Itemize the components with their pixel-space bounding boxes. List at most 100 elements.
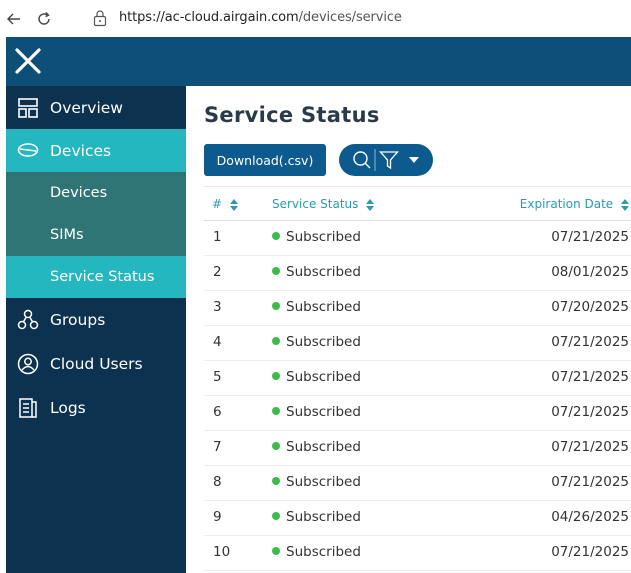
- row-number: 3: [213, 299, 222, 315]
- app-header: [6, 37, 631, 86]
- browser-toolbar: https://ac-cloud.airgain.com/devices/ser…: [0, 0, 631, 37]
- row-status: Subscribed: [272, 299, 361, 315]
- sidebar-subitem-label: Service Status: [50, 269, 155, 285]
- table-row[interactable]: 7 Subscribed 07/21/2025: [204, 431, 631, 466]
- refresh-icon: [38, 12, 50, 25]
- sidebar-subitem-service-status[interactable]: Service Status: [6, 256, 186, 298]
- sidebar-subitem-label: Devices: [50, 185, 108, 201]
- url-host: https://ac-cloud.airgain.com: [119, 10, 299, 25]
- download-csv-button[interactable]: Download(.csv): [204, 144, 326, 176]
- status-text: Subscribed: [286, 264, 361, 280]
- chevron-down-icon: [409, 157, 419, 163]
- sidebar-item-label: Overview: [50, 98, 123, 117]
- search-icon: [353, 151, 371, 169]
- search-filter-button[interactable]: [339, 144, 433, 176]
- column-header-service-status[interactable]: Service Status: [272, 197, 375, 211]
- table-row[interactable]: 1 Subscribed 07/21/2025: [204, 221, 631, 256]
- row-status: Subscribed: [272, 509, 361, 525]
- people-group-icon: [17, 309, 39, 330]
- column-header-label: #: [212, 197, 223, 211]
- sidebar-subitem-sims[interactable]: SIMs: [6, 214, 186, 256]
- status-dot-icon: [272, 302, 280, 310]
- row-expiration: 07/20/2025: [551, 299, 629, 315]
- sidebar-subitem-devices[interactable]: Devices: [6, 172, 186, 214]
- table-header: # Service Status Expiration Date: [204, 186, 631, 221]
- table-row[interactable]: 9 Subscribed 04/26/2025: [204, 501, 631, 536]
- status-text: Subscribed: [286, 544, 361, 560]
- status-dot-icon: [272, 337, 280, 345]
- status-text: Subscribed: [286, 404, 361, 420]
- back-button[interactable]: [2, 7, 26, 31]
- user-circle-icon: [17, 353, 39, 375]
- sort-icon: [366, 198, 375, 211]
- status-dot-icon: [272, 442, 280, 450]
- row-expiration: 04/26/2025: [551, 509, 629, 525]
- refresh-button[interactable]: [32, 7, 56, 31]
- sidebar-item-overview[interactable]: Overview: [6, 86, 186, 129]
- row-status: Subscribed: [272, 229, 361, 245]
- row-number: 6: [213, 404, 222, 420]
- layout-icon: [18, 97, 38, 118]
- status-text: Subscribed: [286, 369, 361, 385]
- table-row[interactable]: 8 Subscribed 07/21/2025: [204, 466, 631, 501]
- url-path: /devices/service: [298, 10, 402, 25]
- chat-bubble-icon: [17, 142, 39, 157]
- row-number: 5: [213, 369, 222, 385]
- filter-icon: [379, 151, 399, 170]
- column-header-label: Expiration Date: [519, 197, 614, 211]
- sidebar-subitem-label: SIMs: [50, 227, 84, 243]
- row-expiration: 08/01/2025: [551, 264, 629, 280]
- row-status: Subscribed: [272, 264, 361, 280]
- sidebar-item-label: Groups: [50, 311, 106, 329]
- sort-icon: [621, 198, 629, 211]
- row-status: Subscribed: [272, 369, 361, 385]
- status-text: Subscribed: [286, 474, 361, 490]
- row-expiration: 07/21/2025: [551, 229, 629, 245]
- table-row[interactable]: 6 Subscribed 07/21/2025: [204, 396, 631, 431]
- sidebar-item-label: Devices: [50, 141, 112, 160]
- table-row[interactable]: 5 Subscribed 07/21/2025: [204, 361, 631, 396]
- sidebar-item-label: Logs: [50, 399, 86, 417]
- table-row[interactable]: 2 Subscribed 08/01/2025: [204, 256, 631, 291]
- status-dot-icon: [272, 512, 280, 520]
- status-text: Subscribed: [286, 299, 361, 315]
- page-title: Service Status: [204, 103, 380, 127]
- row-expiration: 07/21/2025: [551, 439, 629, 455]
- status-text: Subscribed: [286, 509, 361, 525]
- row-number: 1: [213, 229, 222, 245]
- close-icon[interactable]: [13, 46, 43, 76]
- sidebar-item-groups[interactable]: Groups: [6, 298, 186, 342]
- status-dot-icon: [272, 547, 280, 555]
- status-text: Subscribed: [286, 229, 361, 245]
- status-text: Subscribed: [286, 439, 361, 455]
- lock-icon: [93, 10, 107, 27]
- column-header-expiration-date[interactable]: Expiration Date: [520, 197, 629, 211]
- status-dot-icon: [272, 407, 280, 415]
- sort-icon: [229, 198, 238, 211]
- sidebar-item-devices[interactable]: Devices: [6, 129, 186, 172]
- column-header-number[interactable]: #: [212, 197, 238, 211]
- status-dot-icon: [272, 372, 280, 380]
- row-number: 2: [213, 264, 222, 280]
- sidebar-item-cloud-users[interactable]: Cloud Users: [6, 342, 186, 386]
- row-status: Subscribed: [272, 404, 361, 420]
- arrow-left-icon: [7, 13, 20, 25]
- table-row[interactable]: 10 Subscribed 07/21/2025: [204, 536, 631, 571]
- status-dot-icon: [272, 267, 280, 275]
- row-expiration: 07/21/2025: [551, 474, 629, 490]
- status-text: Subscribed: [286, 334, 361, 350]
- row-status: Subscribed: [272, 544, 361, 560]
- table-row[interactable]: 3 Subscribed 07/20/2025: [204, 291, 631, 326]
- address-bar[interactable]: https://ac-cloud.airgain.com/devices/ser…: [119, 10, 402, 25]
- divider: [374, 149, 376, 171]
- table-row[interactable]: 4 Subscribed 07/21/2025: [204, 326, 631, 361]
- document-icon: [19, 398, 37, 418]
- sidebar-item-logs[interactable]: Logs: [6, 386, 186, 430]
- column-header-label: Service Status: [272, 197, 359, 211]
- status-dot-icon: [272, 232, 280, 240]
- sidebar: Overview Devices Devices SIMs Service St…: [6, 86, 186, 573]
- row-number: 4: [213, 334, 222, 350]
- row-status: Subscribed: [272, 474, 361, 490]
- row-number: 9: [213, 509, 222, 525]
- row-expiration: 07/21/2025: [551, 544, 629, 560]
